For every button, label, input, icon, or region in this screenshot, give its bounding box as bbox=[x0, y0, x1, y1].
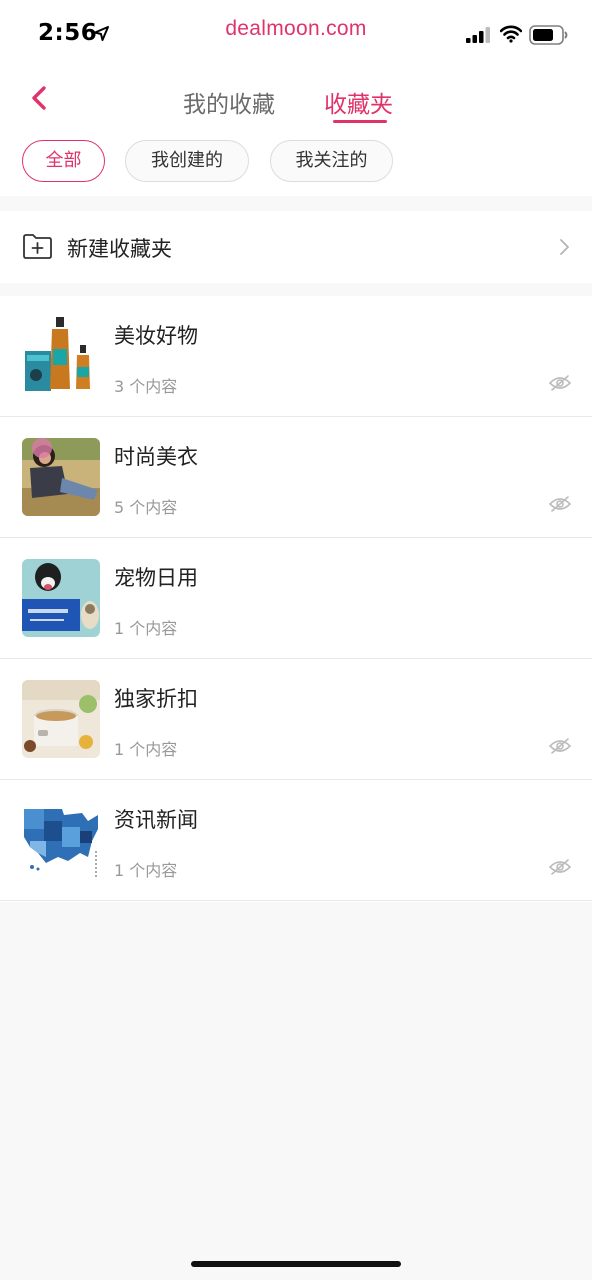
folder-item-count: 1 个内容 bbox=[114, 619, 178, 638]
folder-row-pets[interactable]: 宠物日用 1 个内容 bbox=[0, 538, 592, 659]
folder-row-exclusive-deals[interactable]: 独家折扣 1 个内容 bbox=[0, 659, 592, 780]
filter-chip-followed[interactable]: 我关注的 bbox=[270, 140, 393, 182]
folder-title: 时尚美衣 bbox=[114, 445, 198, 469]
new-folder-label: 新建收藏夹 bbox=[67, 237, 172, 261]
back-button[interactable] bbox=[26, 84, 54, 112]
folder-thumbnail-image bbox=[22, 680, 100, 758]
folder-item-count: 1 个内容 bbox=[114, 861, 178, 880]
battery-icon bbox=[529, 25, 568, 45]
filter-chip-created[interactable]: 我创建的 bbox=[125, 140, 249, 182]
eye-off-icon bbox=[549, 496, 571, 512]
folder-row-beauty[interactable]: 美妆好物 3 个内容 bbox=[0, 296, 592, 417]
wifi-icon bbox=[500, 25, 522, 43]
signal-icon bbox=[466, 27, 490, 43]
filter-bar: 全部 我创建的 我关注的 bbox=[0, 132, 592, 196]
home-indicator[interactable] bbox=[191, 1261, 401, 1267]
folder-title: 宠物日用 bbox=[114, 566, 198, 590]
folder-thumbnail-image bbox=[22, 559, 100, 637]
folder-title: 美妆好物 bbox=[114, 324, 198, 348]
new-folder-row[interactable]: 新建收藏夹 bbox=[0, 211, 592, 283]
folder-item-count: 5 个内容 bbox=[114, 498, 178, 517]
active-tab-indicator bbox=[333, 120, 387, 123]
nav-header: 我的收藏 收藏夹 bbox=[0, 64, 592, 132]
tab-folders[interactable]: 收藏夹 bbox=[324, 85, 393, 119]
folder-thumbnail-image bbox=[22, 801, 100, 879]
folder-row-news[interactable]: 资讯新闻 1 个内容 bbox=[0, 780, 592, 901]
folder-thumbnail-image bbox=[22, 317, 100, 395]
folder-thumbnail-image bbox=[22, 438, 100, 516]
folder-title: 独家折扣 bbox=[114, 687, 198, 711]
eye-off-icon bbox=[549, 738, 571, 754]
eye-off-icon bbox=[549, 859, 571, 875]
chevron-right-icon bbox=[560, 239, 569, 255]
folder-title: 资讯新闻 bbox=[114, 808, 198, 832]
folder-plus-icon bbox=[23, 234, 52, 259]
tab-my-favorites[interactable]: 我的收藏 bbox=[183, 85, 275, 119]
folder-row-fashion[interactable]: 时尚美衣 5 个内容 bbox=[0, 417, 592, 538]
eye-off-icon bbox=[549, 375, 571, 391]
filter-chip-all[interactable]: 全部 bbox=[22, 140, 105, 182]
folder-list: 美妆好物 3 个内容 时尚美衣 5 个内容 宠物日用 1 个内容 独家折扣 1 … bbox=[0, 296, 592, 902]
folder-item-count: 3 个内容 bbox=[114, 377, 178, 396]
folder-item-count: 1 个内容 bbox=[114, 740, 178, 759]
status-bar: 2:56 dealmoon.com bbox=[0, 0, 592, 64]
